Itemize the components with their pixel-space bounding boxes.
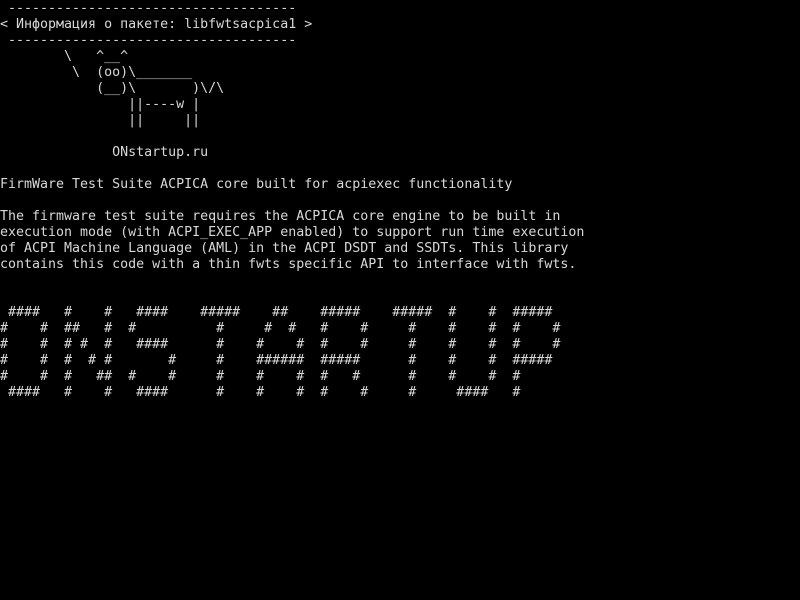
ascii-banner-line: # # # # # # # ###### ##### # # # ##### — [0, 353, 553, 368]
package-headline: FirmWare Test Suite ACPICA core built fo… — [0, 177, 513, 192]
package-description-line: The firmware test suite requires the ACP… — [0, 209, 561, 224]
cow-ascii-line: \ ^__^ — [0, 49, 129, 64]
cow-ascii-line: ||----w | — [0, 97, 201, 112]
cow-ascii-line: \ (oo)\_______ — [0, 65, 193, 80]
cowsay-message: < Информация о пакете: libfwtsacpica1 > — [0, 17, 313, 32]
cow-ascii-line: || || — [0, 113, 201, 128]
cow-ascii-line: (__)\ )\/\ — [0, 81, 225, 96]
ascii-banner-line: #### # # #### # # # # # # #### # — [0, 385, 521, 400]
ascii-banner-line: # # # # # #### # # # # # # # # # # — [0, 337, 561, 352]
package-description-line: execution mode (with ACPI_EXEC_APP enabl… — [0, 225, 585, 240]
package-description-line: contains this code with a thin fwts spec… — [0, 257, 577, 272]
ascii-banner-line: # # # ## # # # # # # # # # # # — [0, 369, 521, 384]
ascii-banner-line: # # ## # # # # # # # # # # # # — [0, 321, 561, 336]
cowsay-top-border: ------------------------------------ — [0, 1, 297, 16]
cowsay-bottom-border: ------------------------------------ — [0, 33, 297, 48]
ascii-banner-line: #### # # #### ##### ## ##### ##### # # #… — [0, 305, 553, 320]
package-description-line: of ACPI Machine Language (AML) in the AC… — [0, 241, 569, 256]
site-name: ONstartup.ru — [0, 145, 209, 160]
terminal-screen: ------------------------------------ < И… — [0, 0, 800, 600]
